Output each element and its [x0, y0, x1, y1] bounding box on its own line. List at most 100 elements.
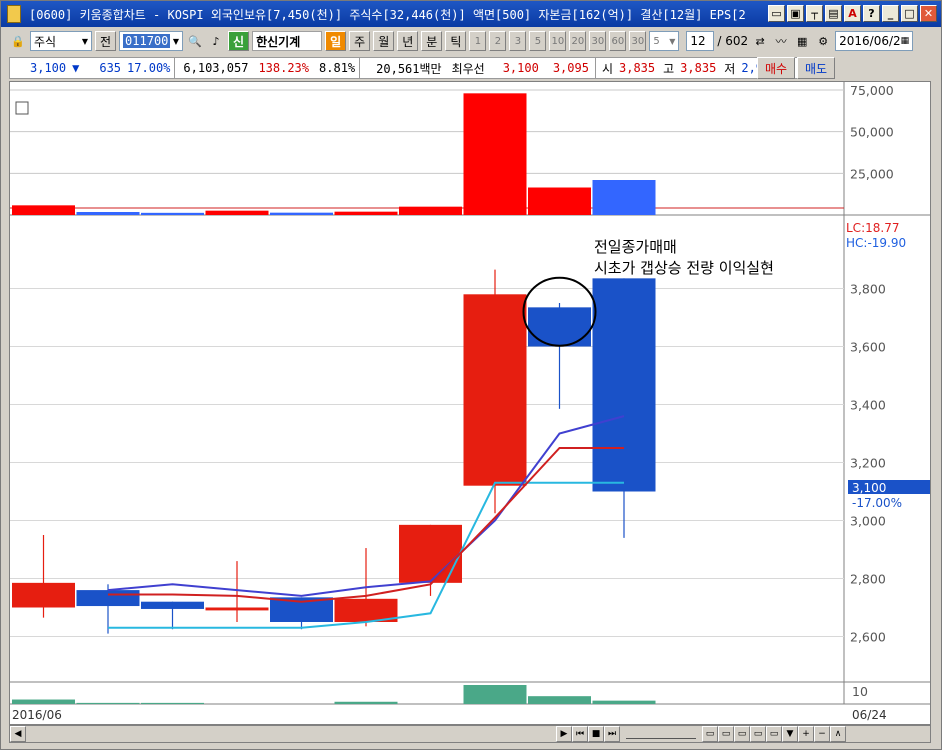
period-tick[interactable]: 틱 — [445, 31, 467, 51]
grid-icon[interactable]: ▤ — [825, 5, 842, 22]
panel-a-icon[interactable]: ▭ — [702, 726, 718, 742]
market-select[interactable]: 주식 ▼ — [30, 31, 92, 51]
zoom-slider[interactable] — [626, 729, 696, 739]
price-tick-label: 3,400 — [850, 398, 886, 413]
minute-3[interactable]: 3 — [509, 31, 527, 51]
period-day[interactable]: 일 — [325, 31, 347, 51]
minute-30b[interactable]: 30 — [629, 31, 647, 51]
close-button[interactable]: ✕ — [920, 5, 937, 22]
minute-1[interactable]: 1 — [469, 31, 487, 51]
minimize-button[interactable]: _ — [882, 5, 899, 22]
stop-icon[interactable]: ■ — [588, 726, 604, 742]
price-tick-label: 3,600 — [850, 340, 886, 355]
candle-body — [205, 607, 269, 611]
chevron-down-icon: ▼ — [81, 36, 88, 46]
stock-code-input[interactable]: 011700 ▼ — [119, 31, 184, 51]
volume-bar — [592, 180, 656, 215]
count-input[interactable]: 12 — [686, 31, 715, 51]
divider — [594, 58, 596, 78]
price-panel: 2,600 2,800 3,000 3,200 3,400 3,600 3,800 — [10, 269, 886, 645]
last-page-icon[interactable]: ⏭ — [604, 726, 620, 742]
chart-area[interactable]: 25,000 50,000 75,000 2,600 2,800 3,000 3,200 3… — [9, 81, 931, 725]
period-month[interactable]: 월 — [373, 31, 395, 51]
maximize-button[interactable]: □ — [901, 5, 918, 22]
scroll-track[interactable] — [26, 726, 556, 742]
help-icon[interactable]: ? — [863, 5, 880, 22]
indicator-bar — [334, 701, 398, 704]
scroll-left-icon[interactable]: ◀ — [10, 726, 26, 742]
line-tool-icon[interactable]: 〰 — [772, 32, 790, 50]
zoom-in-icon[interactable]: + — [798, 726, 814, 742]
current-pct-label: -17.00% — [852, 496, 902, 510]
scroll-right-icon[interactable]: ▶ — [556, 726, 572, 742]
candle-body — [76, 590, 140, 607]
title-buttons: ▭ ▣ ┬ ▤ A ? _ □ ✕ — [768, 5, 937, 22]
period-minute[interactable]: 분 — [421, 31, 443, 51]
minute-20[interactable]: 20 — [569, 31, 587, 51]
price-tick-label: 3,200 — [850, 456, 886, 471]
volume-bar — [76, 212, 140, 215]
panel-d-icon[interactable]: ▭ — [750, 726, 766, 742]
indicator-bar — [463, 685, 527, 704]
first-page-icon[interactable]: ⏮ — [572, 726, 588, 742]
minute-10[interactable]: 10 — [549, 31, 567, 51]
chart-scrollbar[interactable]: ◀ ▶ ⏮ ■ ⏭ ▭ ▭ ▭ ▭ ▭ ▼ + − ∧ — [9, 725, 931, 743]
indicator-bar — [528, 696, 591, 704]
gear-icon[interactable]: ⚙ — [814, 32, 832, 50]
period-year[interactable]: 년 — [397, 31, 419, 51]
best-bid-label: 최우선 — [451, 61, 485, 76]
divider — [174, 58, 176, 78]
date-input[interactable]: 2016/06/2 ▦ — [835, 31, 914, 51]
compare-icon[interactable]: ⇄ — [751, 32, 769, 50]
current-price-tag-text: 3,100 — [852, 481, 886, 495]
sound-icon[interactable]: ♪ — [207, 32, 225, 50]
low-label: 저 — [724, 61, 736, 76]
prev-button[interactable]: 전 — [95, 31, 117, 51]
minute-60[interactable]: 60 — [609, 31, 627, 51]
volume-bar — [270, 212, 333, 215]
price-tick-label: 3,800 — [850, 282, 886, 297]
price-tick-label: 2,600 — [850, 630, 886, 645]
price-change: 635 — [99, 61, 122, 75]
minute-5[interactable]: 5 — [529, 31, 547, 51]
calendar-icon: ▦ — [900, 36, 910, 46]
sell-button[interactable]: 매도 — [797, 57, 835, 79]
move-down-icon[interactable]: ▼ — [782, 726, 798, 742]
alert-icon[interactable]: A — [844, 5, 861, 22]
volume-tick-label: 25,000 — [850, 166, 894, 181]
volume-pct: 138.23% — [258, 61, 310, 75]
high-price: 3,835 — [680, 61, 717, 75]
indicator-bar — [592, 700, 656, 704]
tile-icon[interactable]: ▭ — [768, 5, 785, 22]
chart-type-icon[interactable]: ∧ — [830, 726, 846, 742]
hc-label: HC:-19.90 — [846, 236, 906, 250]
minute-2[interactable]: 2 — [489, 31, 507, 51]
volume-bar — [141, 212, 204, 215]
buy-button[interactable]: 매수 — [757, 57, 795, 79]
panel-e-icon[interactable]: ▭ — [766, 726, 782, 742]
zoom-out-icon[interactable]: − — [814, 726, 830, 742]
new-button[interactable]: 신 — [228, 31, 250, 51]
pin-icon[interactable]: ┬ — [806, 5, 823, 22]
candle-body — [399, 524, 462, 583]
candle-body — [592, 278, 656, 492]
print-icon[interactable]: ▦ — [793, 32, 811, 50]
app-icon — [7, 5, 21, 23]
search-icon[interactable]: 🔍 — [186, 32, 204, 50]
table-toggle-icon[interactable] — [15, 101, 29, 115]
panel-b-icon[interactable]: ▭ — [718, 726, 734, 742]
minute-extra-select[interactable]: 5 ▼ — [649, 31, 680, 51]
volume-bar — [334, 211, 398, 215]
minute-30[interactable]: 30 — [589, 31, 607, 51]
volume-bar — [12, 205, 75, 215]
window-icon[interactable]: ▣ — [787, 5, 804, 22]
candle-body — [141, 601, 204, 609]
price-change-pct: 17.00% — [127, 61, 171, 75]
panel-c-icon[interactable]: ▭ — [734, 726, 750, 742]
chart-window: [0600] 키움종합차트 - KOSPI 외국인보유[7,450(천)] 주식… — [0, 0, 942, 750]
minute-extra-value: 5 — [653, 35, 660, 47]
period-week[interactable]: 주 — [349, 31, 371, 51]
best-ask: 3,100 — [502, 61, 539, 75]
volume-bar — [528, 187, 591, 215]
lock-icon[interactable]: 🔒 — [9, 32, 27, 50]
